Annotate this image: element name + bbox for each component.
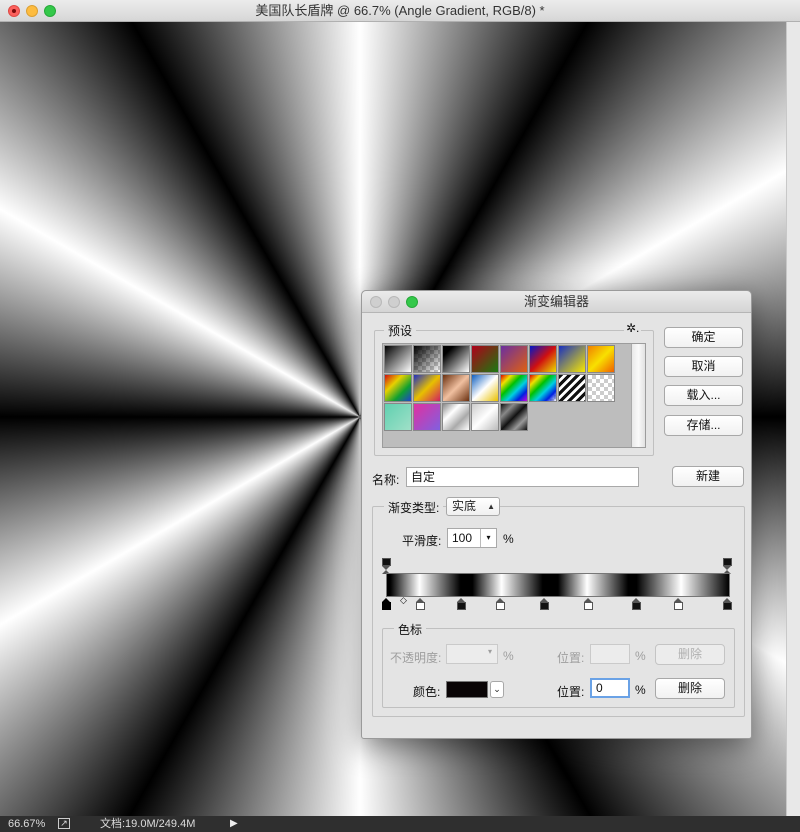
preset-swatch[interactable] [529,345,557,373]
color-stop[interactable] [540,598,549,610]
preset-swatch[interactable] [384,403,412,431]
window-minimize-button[interactable] [26,5,38,17]
zoom-level[interactable]: 66.67% [8,816,45,832]
color-stop[interactable] [457,598,466,610]
opacity-delete-button[interactable]: 删除 [655,644,725,665]
smoothness-label: 平滑度: [402,534,442,548]
preset-swatch[interactable] [587,345,615,373]
dialog-minimize-button[interactable] [388,296,400,308]
cancel-button[interactable]: 取消 [664,356,743,377]
gradient-editor-dialog: 渐变编辑器 预设 ✲. 确定 取消 载入... 存储... 名称: 自定 新建 … [361,290,752,739]
opacity-unit: % [503,649,514,663]
color-label: 颜色: [413,685,441,699]
window-zoom-button[interactable] [44,5,56,17]
window-titlebar: 美国队长盾牌 @ 66.7% (Angle Gradient, RGB/8) * [0,0,800,22]
smoothness-unit: % [503,532,514,546]
name-input[interactable]: 自定 [406,467,639,487]
stops-group-label: 色标 [394,621,427,638]
load-button[interactable]: 载入... [664,385,743,406]
status-menu-arrow-icon[interactable]: ▶ [230,816,238,832]
window-title: 美国队长盾牌 @ 66.7% (Angle Gradient, RGB/8) * [255,3,545,18]
color-stop[interactable] [416,598,425,610]
preset-swatch[interactable] [500,345,528,373]
color-stop[interactable] [632,598,641,610]
preset-swatch[interactable] [442,403,470,431]
gradient-preview-bar[interactable] [386,573,730,597]
document-info: 文档:19.0M/249.4M [100,818,196,830]
color-position-label: 位置: [557,685,585,699]
share-icon[interactable]: ↗ [58,818,70,829]
preset-swatch[interactable] [471,345,499,373]
opacity-position-label: 位置: [557,651,585,665]
color-position-input[interactable]: 0 [590,678,630,698]
dialog-title: 渐变编辑器 [523,294,589,309]
save-button[interactable]: 存储... [664,415,743,436]
preset-swatch[interactable] [558,345,586,373]
color-stop[interactable] [723,598,732,610]
opacity-label: 不透明度: [390,651,442,665]
opacity-position-unit: % [635,649,646,663]
presets-label: 预设 [384,322,417,339]
window-close-button[interactable] [8,5,20,17]
color-swatch[interactable] [446,681,488,698]
opacity-stop-left[interactable] [382,558,391,574]
color-delete-button[interactable]: 删除 [655,678,725,699]
preset-swatch[interactable] [384,374,412,402]
dialog-titlebar: 渐变编辑器 [362,291,751,313]
color-position-unit: % [635,683,646,697]
preset-swatch[interactable] [413,403,441,431]
preset-swatch[interactable] [413,345,441,373]
vertical-scrollbar[interactable] [786,22,800,816]
presets-scrollbar[interactable] [631,344,645,447]
preset-swatch[interactable] [558,374,586,402]
preset-swatches [382,343,646,448]
color-stop[interactable] [584,598,593,610]
preset-swatch[interactable] [529,374,557,402]
opacity-stop-right[interactable] [723,558,732,574]
midpoint-diamond-icon[interactable]: ◇ [400,595,407,606]
ok-button[interactable]: 确定 [664,327,743,348]
presets-settings-gear-icon[interactable]: ✲. [624,321,642,335]
color-stop[interactable] [496,598,505,610]
select-arrows-icon: ▲ [487,502,495,511]
preset-swatch[interactable] [471,374,499,402]
preset-swatch[interactable] [587,374,615,402]
preset-swatch[interactable] [442,345,470,373]
gradient-type-select[interactable]: 实底 ▲ [446,497,500,516]
status-bar: 66.67% ↗ 文档:19.0M/249.4M ▶ [0,816,800,832]
name-label: 名称: [372,473,400,487]
gradient-type-label: 渐变类型: [384,499,444,516]
dialog-zoom-button[interactable] [406,296,418,308]
opacity-position-input[interactable] [590,644,630,664]
color-stop-selected[interactable] [382,598,391,610]
gradient-type-value: 实底 [452,499,477,513]
preset-swatch[interactable] [471,403,499,431]
preset-swatch[interactable] [384,345,412,373]
preset-swatch[interactable] [442,374,470,402]
color-stop[interactable] [674,598,683,610]
opacity-dropdown-icon[interactable]: ▾ [488,647,492,656]
new-button[interactable]: 新建 [672,466,744,487]
smoothness-input[interactable]: 100 ▾ [447,528,497,548]
smoothness-dropdown-icon[interactable]: ▾ [480,529,496,547]
preset-swatch[interactable] [500,374,528,402]
preset-swatch[interactable] [500,403,528,431]
preset-swatch[interactable] [413,374,441,402]
dialog-close-button[interactable] [370,296,382,308]
color-dropdown-chevron-icon[interactable]: ⌄ [490,681,504,698]
smoothness-value: 100 [452,531,473,545]
